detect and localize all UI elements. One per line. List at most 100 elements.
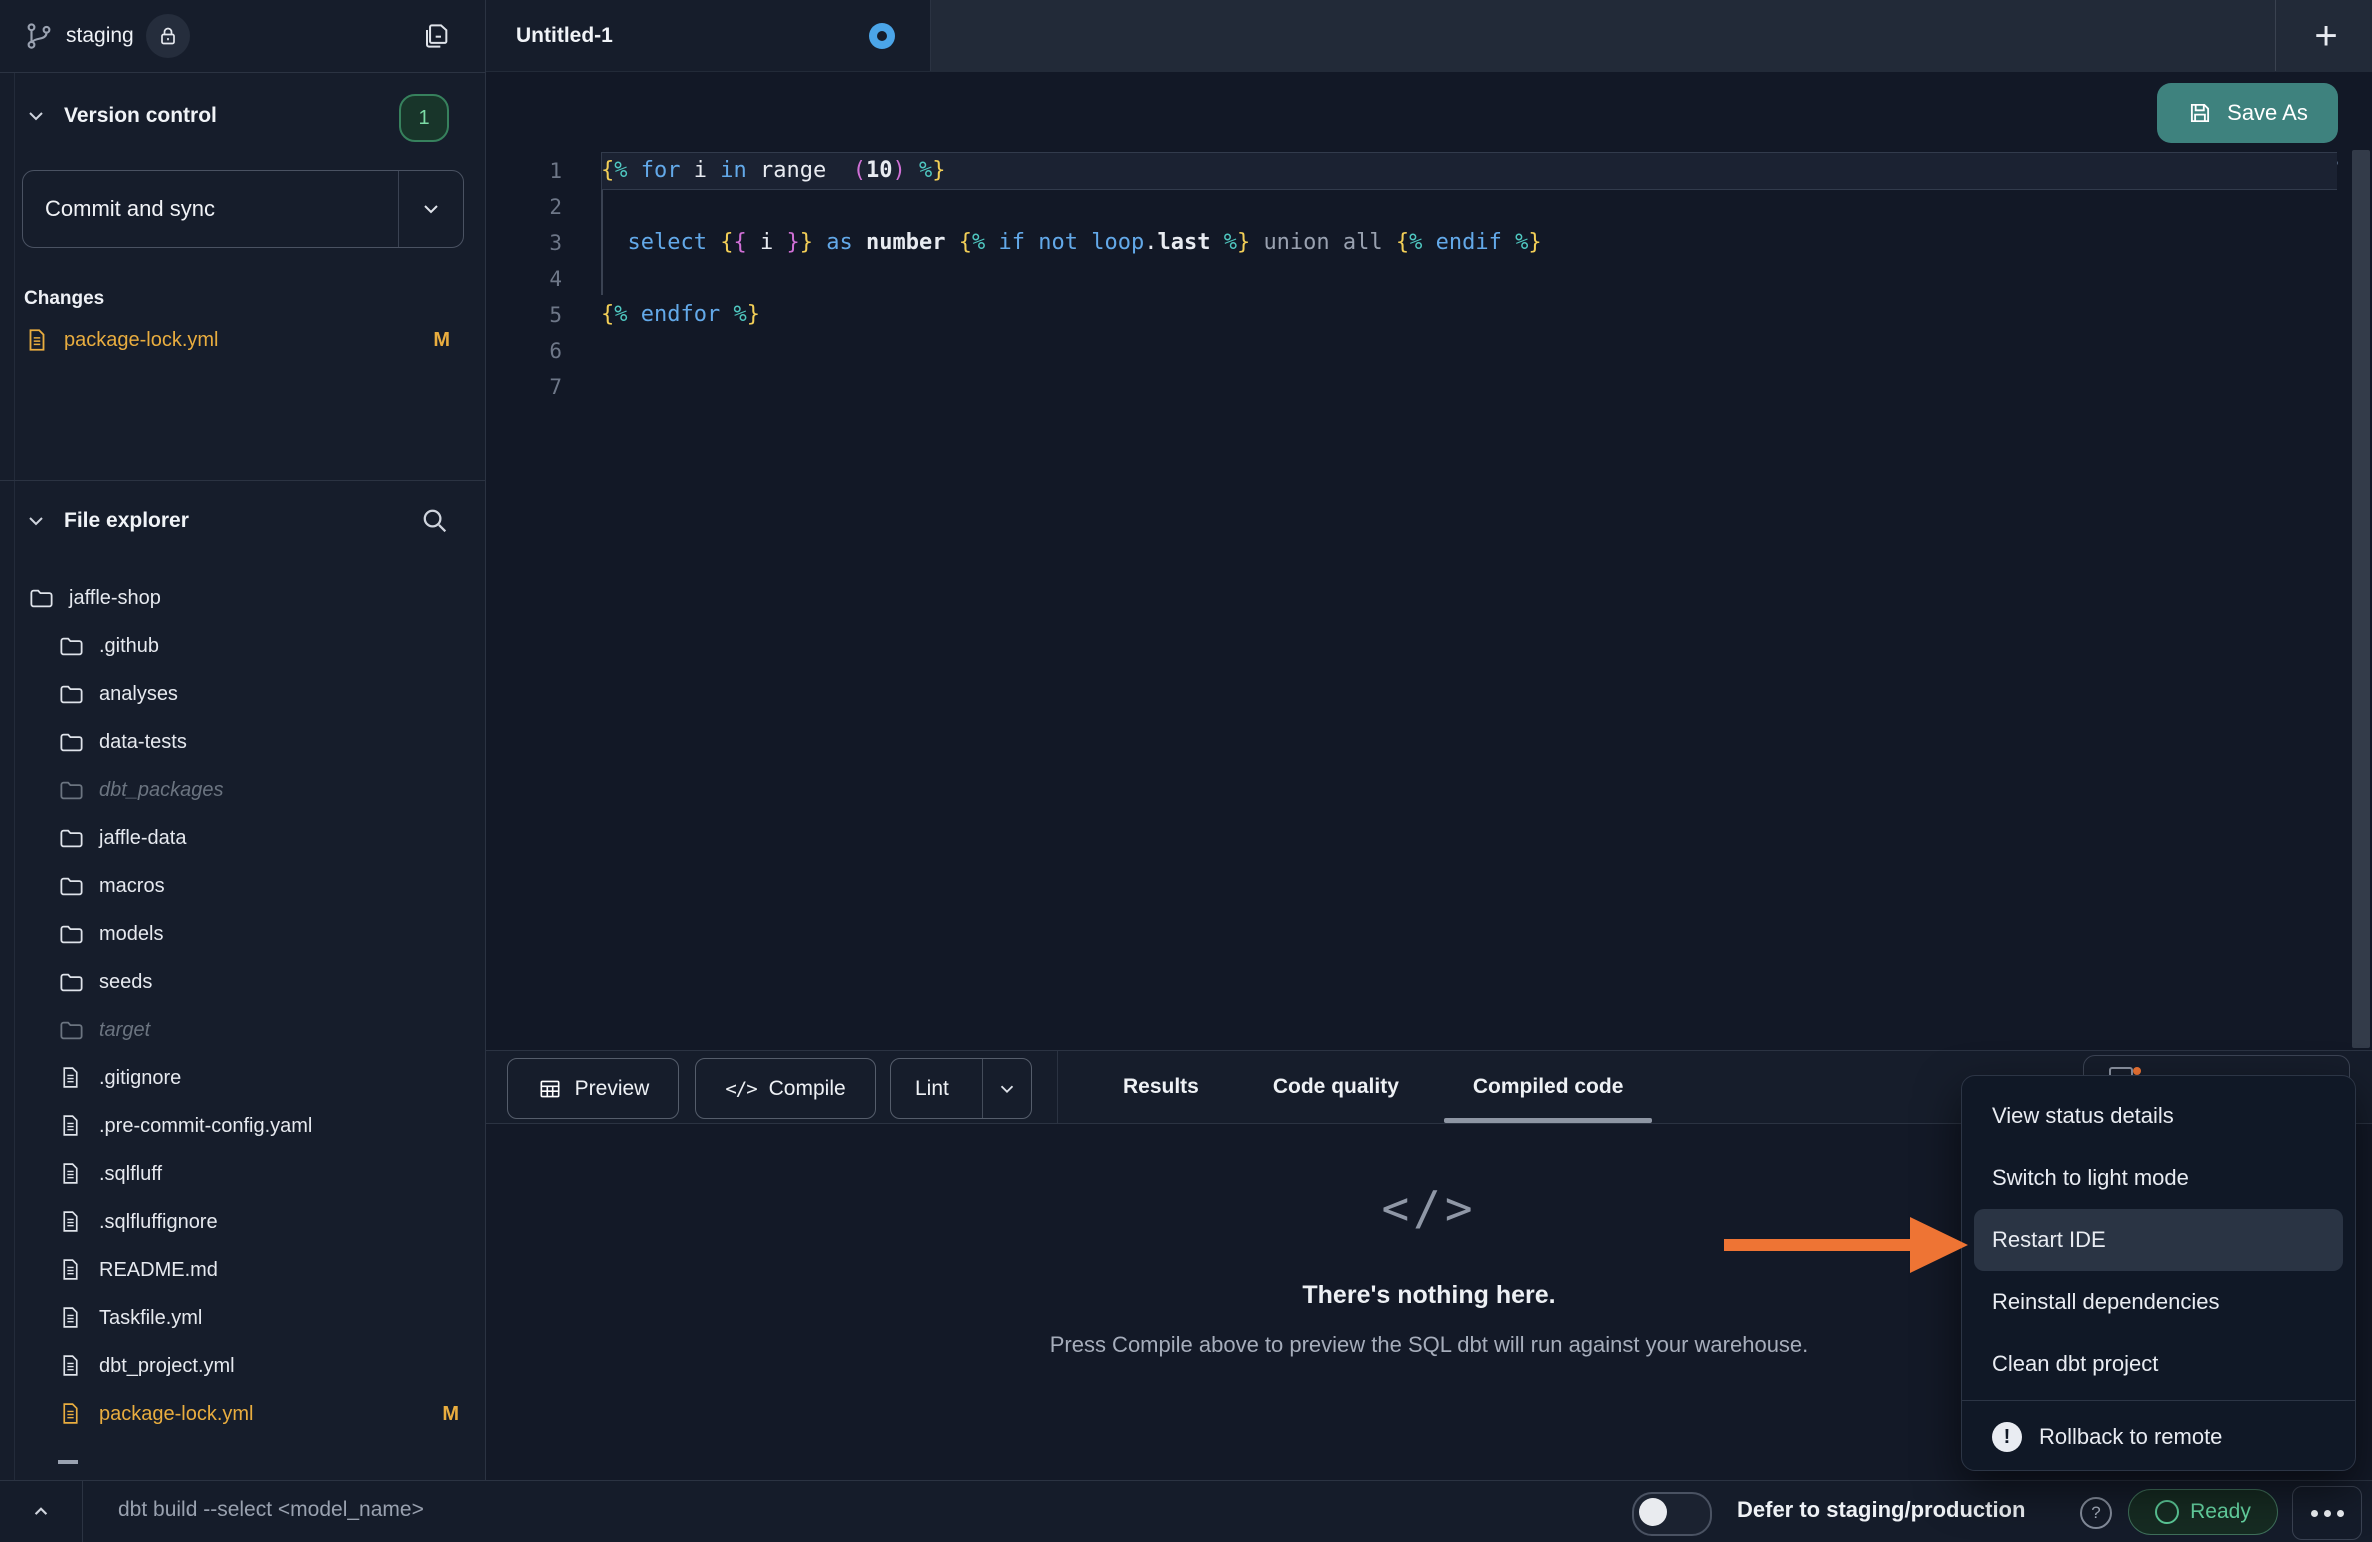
code-token: % xyxy=(972,230,985,255)
code-line-5[interactable]: {% endfor %} xyxy=(601,297,2337,333)
version-control-header[interactable]: Version control 1 xyxy=(24,92,461,140)
copy-docs-icon xyxy=(421,20,453,52)
code-line-6[interactable] xyxy=(601,333,2337,369)
save-floppy-icon xyxy=(2187,100,2213,126)
tree-file-dbt_project.yml[interactable]: dbt_project.yml xyxy=(0,1342,485,1390)
tree-folder-macros[interactable]: macros xyxy=(0,862,485,910)
tab-results[interactable]: Results xyxy=(1086,1051,1236,1123)
tabbar-divider xyxy=(2275,0,2276,71)
tree-folder-.github[interactable]: .github xyxy=(0,622,485,670)
preview-button[interactable]: Preview xyxy=(507,1058,679,1119)
menu-item-label: View status details xyxy=(1992,1103,2174,1129)
menu-separator xyxy=(1962,1400,2355,1401)
lint-button[interactable]: Lint xyxy=(890,1058,1032,1119)
menu-item-reinstall-dependencies[interactable]: Reinstall dependencies xyxy=(1962,1271,2355,1333)
code-token xyxy=(1502,230,1515,255)
command-input[interactable]: dbt build --select <model_name> xyxy=(118,1498,424,1522)
partially-visible-tree-item xyxy=(58,1460,78,1464)
menu-item-view-status-details[interactable]: View status details xyxy=(1962,1085,2355,1147)
tab-code-quality[interactable]: Code quality xyxy=(1236,1051,1436,1123)
changed-file-row[interactable]: package-lock.yml M xyxy=(24,320,464,360)
defer-toggle[interactable] xyxy=(1632,1492,1712,1536)
ide-status-badge: Ready xyxy=(2128,1489,2278,1535)
file-explorer-header[interactable]: File explorer xyxy=(24,497,461,545)
code-token: { xyxy=(959,230,972,255)
menu-item-switch-to-light-mode[interactable]: Switch to light mode xyxy=(1962,1147,2355,1209)
menu-item-rollback-to-remote[interactable]: !Rollback to remote xyxy=(1962,1406,2355,1468)
code-line-1[interactable]: {% for i in range (10) %} xyxy=(601,153,2337,189)
commit-and-sync-label: Commit and sync xyxy=(45,196,215,222)
tree-folder-seeds[interactable]: seeds xyxy=(0,958,485,1006)
tab-untitled-1[interactable]: Untitled-1 xyxy=(486,0,931,71)
tree-file-.pre-commit-config.yaml[interactable]: .pre-commit-config.yaml xyxy=(0,1102,485,1150)
changes-count-badge: 1 xyxy=(399,94,449,142)
help-icon[interactable]: ? xyxy=(2080,1497,2112,1529)
tree-folder-analyses[interactable]: analyses xyxy=(0,670,485,718)
commit-options-dropdown[interactable] xyxy=(398,171,463,247)
toolbar-divider xyxy=(1057,1051,1058,1123)
tree-item-label: Taskfile.yml xyxy=(99,1307,202,1330)
save-as-button[interactable]: Save As xyxy=(2157,83,2338,143)
expand-command-bar-button[interactable] xyxy=(20,1493,62,1531)
git-status-badge: M xyxy=(442,1403,459,1426)
code-line-3[interactable]: select {{ i }} as number {% if not loop.… xyxy=(601,225,2337,261)
panel-tabs: Results Code quality Compiled code xyxy=(1086,1051,1660,1123)
code-token: loop xyxy=(1091,230,1144,255)
code-token xyxy=(906,158,919,183)
tree-folder-jaffle-shop[interactable]: jaffle-shop xyxy=(0,574,485,622)
tree-folder-models[interactable]: models xyxy=(0,910,485,958)
tree-item-label: README.md xyxy=(99,1259,218,1282)
file-icon xyxy=(58,1113,85,1140)
code-token xyxy=(813,230,826,255)
tree-file-package-lock.yml[interactable]: package-lock.ymlM xyxy=(0,1390,485,1438)
tree-folder-jaffle-data[interactable]: jaffle-data xyxy=(0,814,485,862)
status-circle-icon xyxy=(2155,1500,2179,1524)
code-token: % xyxy=(614,158,627,183)
ide-options-button[interactable] xyxy=(2292,1486,2362,1540)
tab-compiled-code[interactable]: Compiled code xyxy=(1436,1051,1661,1123)
tree-file-.sqlfluff[interactable]: .sqlfluff xyxy=(0,1150,485,1198)
code-lines[interactable]: {% for i in range (10) %} select {{ i }}… xyxy=(601,153,2337,405)
code-token xyxy=(707,230,720,255)
code-token: % xyxy=(1515,230,1528,255)
code-token: not xyxy=(1038,230,1078,255)
menu-item-clean-dbt-project[interactable]: Clean dbt project xyxy=(1962,1333,2355,1395)
menu-item-restart-ide[interactable]: Restart IDE xyxy=(1974,1209,2343,1271)
tree-folder-target[interactable]: target xyxy=(0,1006,485,1054)
code-token xyxy=(1383,230,1396,255)
editor-tab-bar: Untitled-1 + xyxy=(486,0,2372,73)
menu-item-label: Clean dbt project xyxy=(1992,1351,2158,1377)
code-line-2[interactable] xyxy=(601,189,2337,225)
changes-label: Changes xyxy=(24,288,104,310)
code-token: { xyxy=(1396,230,1409,255)
tree-file-.sqlfluffignore[interactable]: .sqlfluffignore xyxy=(0,1198,485,1246)
code-token xyxy=(681,158,694,183)
tree-item-label: target xyxy=(99,1019,150,1042)
branch-name: staging xyxy=(66,24,134,48)
code-token xyxy=(826,158,853,183)
code-token xyxy=(985,230,998,255)
code-token: all xyxy=(1343,230,1383,255)
tree-file-.gitignore[interactable]: .gitignore xyxy=(0,1054,485,1102)
new-tab-button[interactable]: + xyxy=(2296,10,2356,62)
copy-branch-button[interactable] xyxy=(417,16,457,56)
code-token xyxy=(1078,230,1091,255)
code-editor[interactable]: Save As 1234567 {% for i in range (10) %… xyxy=(486,72,2372,1050)
file-search-button[interactable] xyxy=(417,503,453,539)
ide-status-label: Ready xyxy=(2190,1500,2251,1524)
lint-options-dropdown[interactable] xyxy=(982,1059,1031,1118)
code-line-4[interactable] xyxy=(601,261,2337,297)
sidebar: staging xyxy=(0,0,486,1480)
tree-file-Taskfile.yml[interactable]: Taskfile.yml xyxy=(0,1294,485,1342)
editor-scrollbar[interactable] xyxy=(2352,150,2370,1048)
code-token: { xyxy=(601,158,614,183)
branch-selector[interactable]: staging xyxy=(24,14,190,58)
code-token: % xyxy=(1409,230,1422,255)
commit-and-sync-button[interactable]: Commit and sync xyxy=(22,170,464,248)
code-line-7[interactable] xyxy=(601,369,2337,405)
tree-file-README.md[interactable]: README.md xyxy=(0,1246,485,1294)
tree-folder-data-tests[interactable]: data-tests xyxy=(0,718,485,766)
code-token xyxy=(1330,230,1343,255)
tree-folder-dbt_packages[interactable]: dbt_packages xyxy=(0,766,485,814)
compile-button[interactable]: </> Compile xyxy=(695,1058,876,1119)
